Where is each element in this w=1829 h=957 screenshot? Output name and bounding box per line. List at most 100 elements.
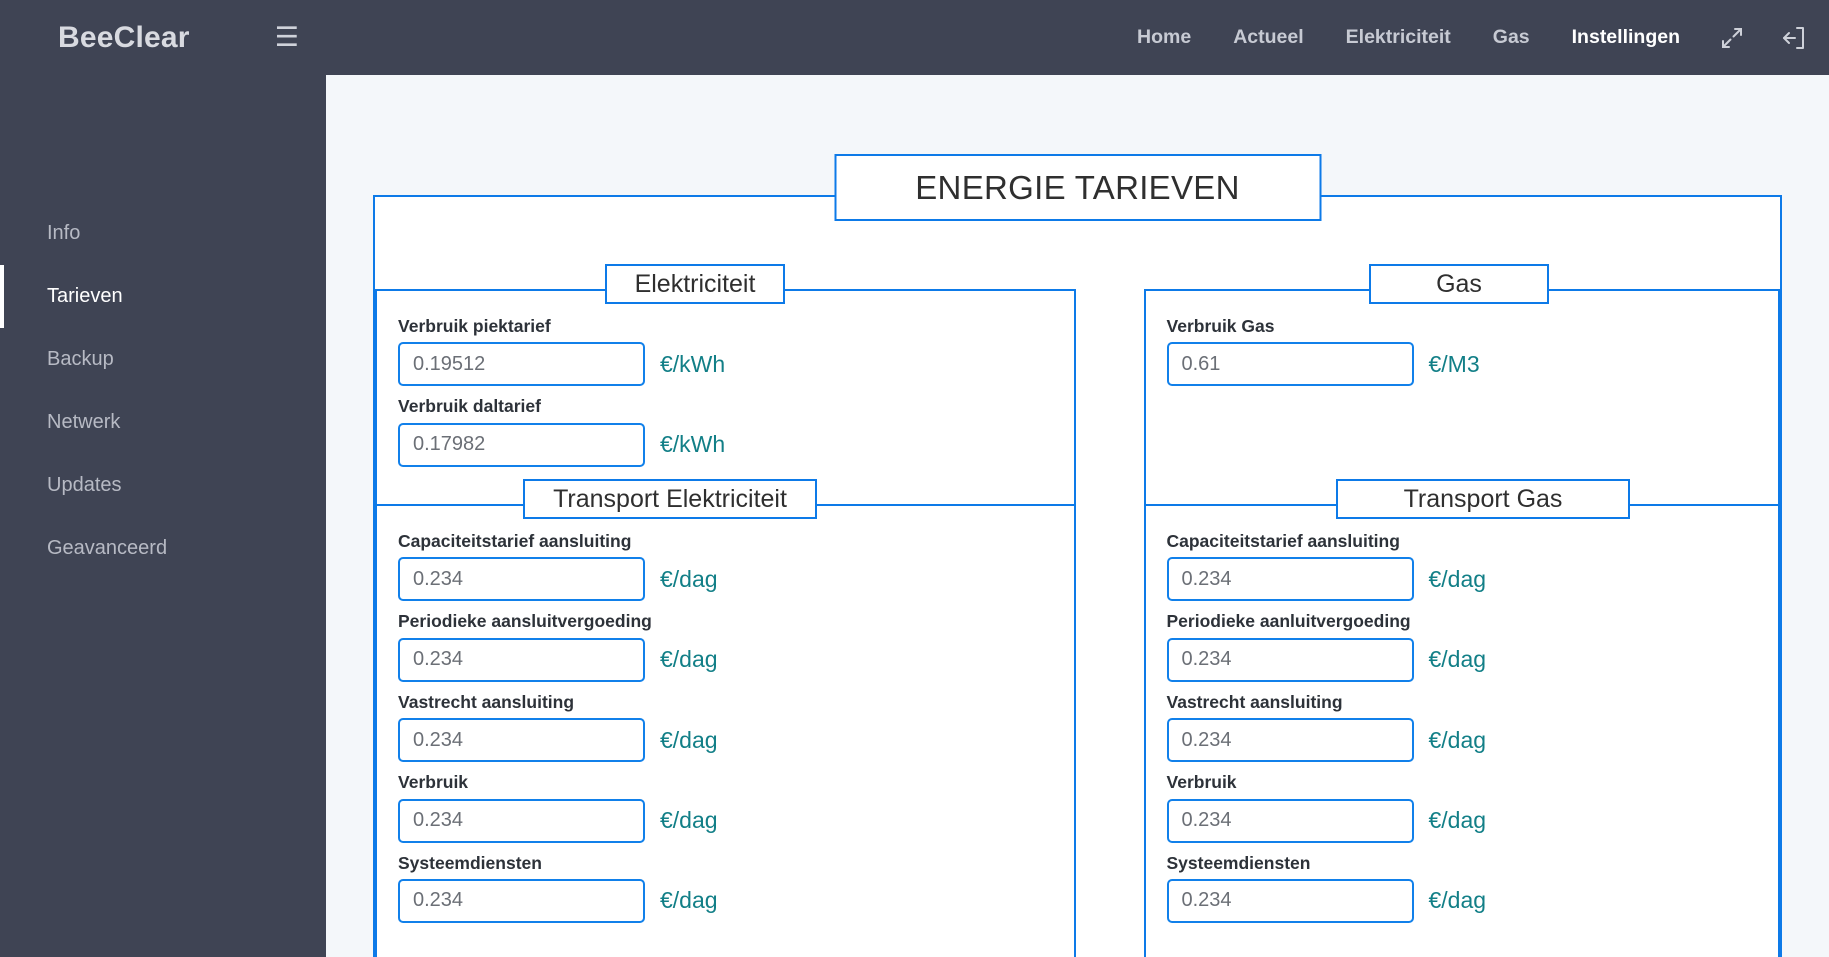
sidebar-item-backup[interactable]: Backup (0, 328, 326, 391)
sidebar-item-label: Info (47, 222, 81, 244)
tg-periodieke-input[interactable] (1166, 637, 1414, 682)
gas-column: Gas Verbruik Gas €/M3 Transport Gas (1078, 197, 1780, 957)
sidebar-item-label: Geavanceerd (47, 537, 168, 559)
nav-item-instellingen[interactable]: Instellingen (1551, 26, 1701, 49)
field-capaciteitstarief-aansluiting: Capaciteitstarief aansluiting €/dag (398, 529, 1074, 602)
sidebar-list: Info Tarieven Backup Netwerk Updates Gea… (0, 75, 326, 580)
transport-gas-fields: Capaciteitstarief aansluiting €/dag Peri… (1146, 506, 1779, 923)
field-unit: €/dag (1428, 887, 1487, 914)
field-unit: €/dag (660, 807, 718, 833)
field-control: €/dag (1166, 878, 1779, 923)
field-control: €/dag (398, 637, 1074, 682)
sidebar-item-updates[interactable]: Updates (0, 454, 326, 517)
field-unit: €/dag (1428, 565, 1487, 592)
field-unit: €/kWh (660, 350, 726, 377)
electricity-group: Elektriciteit Verbruik piektarief €/kWh … (375, 264, 1076, 504)
field-label: Vastrecht aansluiting (398, 691, 575, 712)
field-control: €/dag (398, 798, 1074, 843)
field-verbruik: Verbruik €/dag (398, 770, 1074, 843)
te-vastrecht-input[interactable] (398, 718, 645, 763)
field-label: Verbruik piektarief (398, 316, 551, 336)
field-control: €/kWh (398, 342, 1074, 387)
te-capaciteitstarief-input[interactable] (398, 557, 645, 602)
electricity-column: Elektriciteit Verbruik piektarief €/kWh … (375, 197, 1078, 957)
field-unit: €/dag (660, 726, 718, 753)
hamburger-icon[interactable]: ☰ (275, 24, 299, 51)
field-gas-capaciteitstarief-aansluiting: Capaciteitstarief aansluiting €/dag (1166, 529, 1779, 602)
verbruik-gas-input[interactable] (1166, 342, 1414, 387)
brand-logo[interactable]: BeeClear (58, 21, 190, 55)
energy-tariffs-panel: ENERGIE TARIEVEN Elektriciteit Verbruik … (373, 154, 1782, 957)
field-label: Systeemdiensten (1166, 852, 1311, 873)
te-periodieke-input[interactable] (398, 637, 645, 682)
sidebar-item-label: Updates (47, 474, 122, 496)
te-verbruik-input[interactable] (398, 798, 645, 843)
sidebar-item-label: Backup (47, 348, 114, 370)
field-label: Capaciteitstarief aansluiting (398, 531, 632, 551)
nav-item-gas[interactable]: Gas (1472, 26, 1551, 49)
verbruik-piektarief-input[interactable] (398, 342, 645, 387)
te-systeemdiensten-input[interactable] (398, 878, 645, 923)
field-label: Verbruik daltarief (398, 396, 541, 417)
field-systeemdiensten: Systeemdiensten €/dag (398, 851, 1074, 923)
field-unit: €/dag (660, 646, 718, 673)
transport-electricity-legend: Transport Elektriciteit (523, 479, 817, 519)
field-control: €/dag (398, 878, 1074, 923)
sidebar-item-label: Tarieven (47, 285, 123, 307)
nav-item-elektriciteit[interactable]: Elektriciteit (1325, 26, 1472, 49)
tariff-columns: Elektriciteit Verbruik piektarief €/kWh … (375, 197, 1780, 957)
field-unit: €/dag (660, 565, 718, 592)
tg-vastrecht-input[interactable] (1166, 718, 1414, 763)
field-control: €/dag (1166, 718, 1779, 763)
field-gas-vastrecht-aansluiting: Vastrecht aansluiting €/dag (1166, 690, 1779, 763)
field-verbruik-piektarief: Verbruik piektarief €/kWh (398, 314, 1074, 387)
field-label: Verbruik (398, 772, 469, 793)
field-control: €/dag (1166, 557, 1779, 602)
field-vastrecht-aansluiting: Vastrecht aansluiting €/dag (398, 690, 1074, 763)
sidebar-item-netwerk[interactable]: Netwerk (0, 391, 326, 454)
field-unit: €/dag (1428, 646, 1487, 673)
field-gas-verbruik: Verbruik €/dag (1166, 770, 1779, 843)
field-periodieke-aansluitvergoeding: Periodieke aansluitvergoeding €/dag (398, 609, 1074, 682)
electricity-fields: Verbruik piektarief €/kWh Verbruik dalta… (377, 291, 1074, 467)
field-unit: €/kWh (660, 431, 726, 458)
nav-item-home[interactable]: Home (1116, 26, 1212, 49)
field-label: Verbruik (1166, 772, 1237, 793)
tg-systeemdiensten-input[interactable] (1166, 878, 1414, 923)
field-control: €/dag (398, 557, 1074, 602)
field-unit: €/dag (1428, 726, 1487, 753)
field-gas-systeemdiensten: Systeemdiensten €/dag (1166, 851, 1779, 923)
sidebar-item-geavanceerd[interactable]: Geavanceerd (0, 517, 326, 580)
transport-electricity-fields: Capaciteitstarief aansluiting €/dag Peri… (377, 506, 1074, 923)
field-unit: €/dag (1428, 807, 1487, 833)
field-verbruik-gas: Verbruik Gas €/M3 (1166, 314, 1779, 387)
field-gas-periodieke-aanluitvergoeding: Periodieke aanluitvergoeding €/dag (1166, 609, 1779, 682)
expand-arrows-icon[interactable] (1701, 25, 1763, 51)
sidebar-item-label: Netwerk (47, 411, 121, 433)
tg-capaciteitstarief-input[interactable] (1166, 557, 1414, 602)
field-label: Periodieke aansluitvergoeding (398, 611, 652, 632)
field-control: €/dag (1166, 637, 1779, 682)
verbruik-daltarief-input[interactable] (398, 422, 645, 467)
main-content: ENERGIE TARIEVEN Elektriciteit Verbruik … (326, 75, 1829, 957)
transport-gas-group: Transport Gas Capaciteitstarief aansluit… (1143, 479, 1780, 957)
primary-nav: Home Actueel Elektriciteit Gas Instellin… (1116, 0, 1829, 75)
field-label: Periodieke aanluitvergoeding (1166, 611, 1411, 632)
tg-verbruik-input[interactable] (1166, 798, 1414, 843)
electricity-group-legend: Elektriciteit (605, 264, 785, 304)
field-unit: €/dag (660, 887, 718, 914)
field-label: Capaciteitstarief aansluiting (1166, 531, 1400, 551)
logout-icon[interactable] (1763, 24, 1829, 52)
sidebar: Info Tarieven Backup Netwerk Updates Gea… (0, 75, 326, 957)
top-navbar: BeeClear ☰ Home Actueel Elektriciteit Ga… (0, 0, 1829, 75)
sidebar-item-tarieven[interactable]: Tarieven (0, 265, 326, 328)
transport-electricity-group: Transport Elektriciteit Capaciteitstarie… (375, 479, 1076, 957)
nav-item-actueel[interactable]: Actueel (1212, 26, 1324, 49)
gas-fields: Verbruik Gas €/M3 (1146, 291, 1779, 387)
transport-gas-legend: Transport Gas (1336, 479, 1630, 519)
gas-group: Gas Verbruik Gas €/M3 (1143, 264, 1780, 504)
field-verbruik-daltarief: Verbruik daltarief €/kWh (398, 394, 1074, 467)
field-label: Verbruik Gas (1166, 316, 1275, 336)
sidebar-item-info[interactable]: Info (0, 202, 326, 265)
field-unit: €/M3 (1428, 350, 1480, 377)
